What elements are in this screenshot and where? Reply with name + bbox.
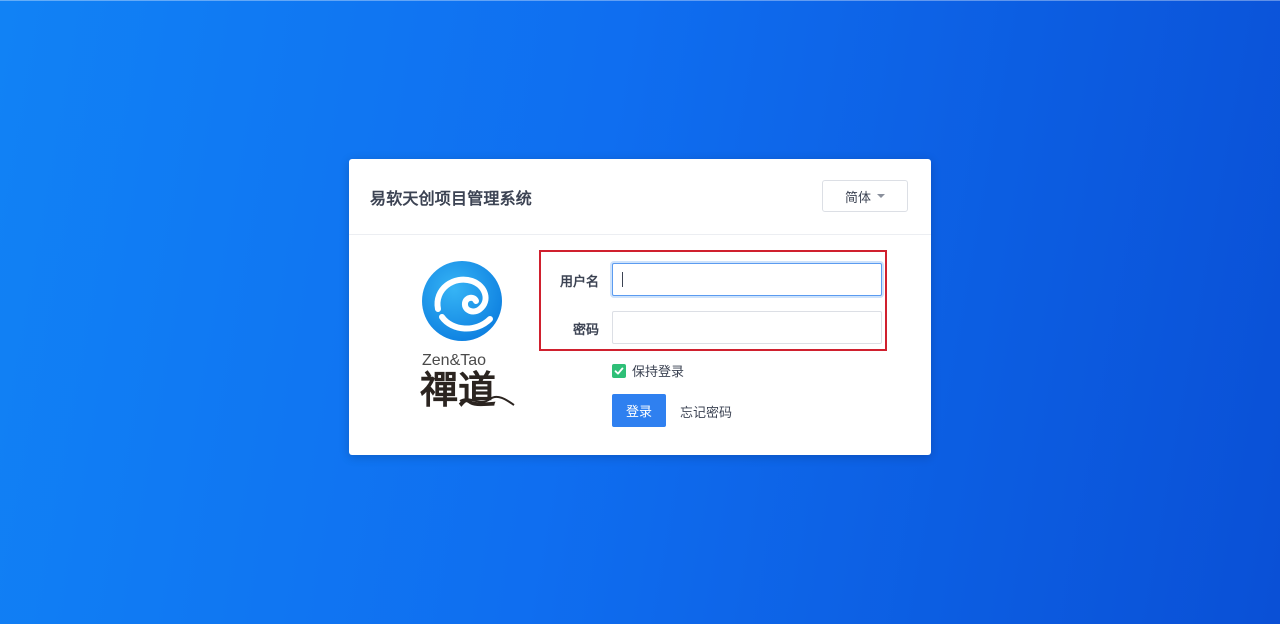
login-panel: 易软天创项目管理系统 简体 Zen&Tao 禪道 用户名 密码 保持登录 登录 …: [349, 159, 931, 455]
check-icon: [614, 367, 624, 374]
app-title: 易软天创项目管理系统: [370, 189, 533, 208]
text-cursor: [622, 272, 623, 287]
password-label: 密码: [572, 323, 599, 338]
forgot-password-link[interactable]: 忘记密码: [680, 402, 732, 421]
username-input[interactable]: [612, 263, 882, 296]
keep-login-checkbox[interactable]: [612, 363, 626, 378]
login-button[interactable]: 登录: [612, 394, 666, 427]
keep-login-label: 保持登录: [632, 365, 685, 380]
language-select-button[interactable]: 简体: [822, 180, 908, 212]
language-label: 简体: [844, 190, 871, 206]
username-label: 用户名: [559, 275, 599, 290]
zentao-logo: Zen&Tao 禪道: [420, 261, 515, 409]
top-edge-line: [0, 0, 1280, 1]
keep-login-row[interactable]: 保持登录: [612, 361, 684, 380]
panel-header: 易软天创项目管理系统 简体: [349, 159, 931, 235]
caret-down-icon: [877, 194, 885, 198]
password-input[interactable]: [612, 311, 882, 344]
logo-chinese-text: 禪道: [420, 367, 496, 409]
